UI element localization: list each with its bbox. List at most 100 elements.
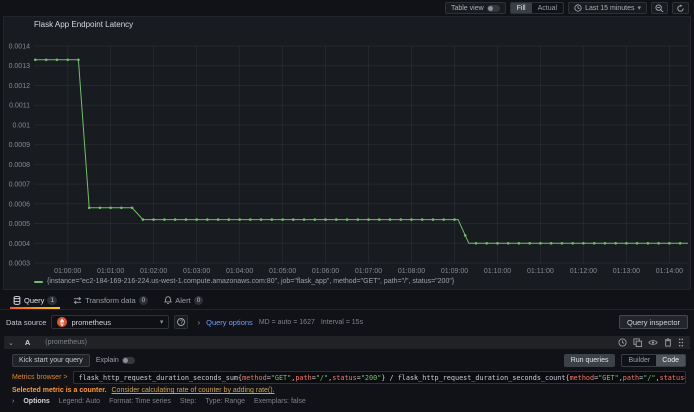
latency-chart[interactable]: 0.0003 0.0004 0.0005 0.0006 0.0007 0.0008 0.00…	[4, 29, 690, 275]
add-rate-link[interactable]: Consider calculating rate of counter by …	[112, 387, 275, 394]
query-inspector-button[interactable]: Query inspector	[619, 315, 688, 329]
series-point[interactable]	[259, 218, 263, 221]
series-point[interactable]	[539, 242, 542, 245]
series-point[interactable]	[571, 242, 574, 245]
series-point[interactable]	[77, 58, 80, 62]
query-history-icon[interactable]	[618, 338, 627, 347]
series-point[interactable]	[592, 242, 596, 245]
series-point[interactable]	[506, 242, 510, 245]
series-point[interactable]	[152, 218, 155, 221]
series-point[interactable]	[324, 218, 327, 221]
builder-mode-button[interactable]: Builder	[622, 355, 656, 366]
chevron-down-icon[interactable]: ⌄	[8, 339, 14, 347]
series-point[interactable]	[549, 242, 553, 245]
series-point[interactable]	[657, 242, 660, 245]
series-point[interactable]	[163, 218, 166, 221]
query-a-header[interactable]: ⌄ A (prometheus)	[4, 336, 690, 349]
hide-query-eye-icon[interactable]	[648, 338, 658, 347]
series-point[interactable]	[109, 206, 112, 210]
table-view-switch[interactable]	[486, 4, 500, 12]
tab-alert[interactable]: Alert 0	[157, 292, 210, 309]
series-point[interactable]	[238, 218, 241, 221]
tab-transform-data[interactable]: Transform data 0	[66, 292, 155, 309]
series-point[interactable]	[399, 218, 403, 221]
series-point[interactable]	[98, 206, 102, 210]
series-point[interactable]	[44, 58, 48, 62]
series-point[interactable]	[474, 242, 478, 245]
datasource-help-button[interactable]: ?	[174, 315, 189, 329]
series-point[interactable]	[614, 242, 617, 245]
datasource-select[interactable]: prometheus ▾	[51, 315, 170, 329]
time-range-picker[interactable]: Last 15 minutes ▾	[568, 2, 647, 14]
series-point[interactable]	[453, 218, 456, 221]
series-point[interactable]	[141, 218, 145, 221]
series-point[interactable]	[496, 242, 499, 245]
series-point[interactable]	[345, 218, 349, 221]
series-point[interactable]	[420, 218, 424, 221]
refresh-button[interactable]	[672, 2, 689, 14]
series-point[interactable]	[227, 218, 231, 221]
warning-text: Selected metric is a counter.	[12, 387, 107, 394]
series-point[interactable]	[195, 218, 198, 221]
run-queries-button[interactable]: Run queries	[563, 353, 616, 367]
series-point[interactable]	[66, 58, 69, 62]
series-point[interactable]	[463, 234, 467, 237]
series-point[interactable]	[173, 218, 177, 221]
zoom-out-button[interactable]	[651, 2, 668, 14]
kick-start-query-button[interactable]: Kick start your query	[12, 353, 90, 367]
legend-series-swatch[interactable]	[34, 280, 43, 283]
series-point[interactable]	[216, 218, 220, 221]
series-point[interactable]	[528, 242, 531, 245]
series-point[interactable]	[87, 206, 91, 210]
series-point[interactable]	[442, 218, 446, 221]
series-point[interactable]	[410, 218, 413, 221]
series-point[interactable]	[367, 218, 370, 221]
series-point[interactable]	[388, 218, 392, 221]
options-label[interactable]: Options	[23, 398, 49, 405]
series-point[interactable]	[335, 218, 338, 221]
metrics-browser-link[interactable]: Metrics browser >	[12, 374, 67, 381]
series-point[interactable]	[313, 218, 317, 221]
duplicate-query-icon[interactable]	[633, 338, 642, 347]
code-mode-button[interactable]: Code	[656, 354, 685, 366]
tab-query[interactable]: Query 1	[6, 292, 64, 309]
drag-handle-icon[interactable]	[678, 338, 684, 347]
explain-toggle[interactable]: Explain	[95, 356, 135, 364]
series-point[interactable]	[485, 242, 489, 245]
series-point[interactable]	[646, 242, 650, 245]
explain-switch[interactable]	[121, 356, 135, 364]
query-token-string: "GET"	[270, 374, 292, 382]
fill-button[interactable]: Fill	[510, 3, 532, 13]
delete-query-trash-icon[interactable]	[664, 338, 672, 347]
promql-query-input[interactable]: flask_http_request_duration_seconds_sum{…	[73, 371, 686, 384]
explain-label: Explain	[95, 356, 119, 364]
series-point[interactable]	[270, 218, 274, 221]
chevron-right-icon[interactable]: ›	[12, 398, 14, 405]
series-point[interactable]	[431, 218, 435, 221]
series-point[interactable]	[302, 218, 306, 221]
series-point[interactable]	[625, 242, 628, 245]
legend-series-label[interactable]: {instance="ec2-184-169-216-224.us-west-1…	[47, 278, 454, 285]
series-point[interactable]	[603, 242, 607, 245]
series-point[interactable]	[356, 218, 360, 221]
series-point[interactable]	[281, 218, 284, 221]
series-point[interactable]	[249, 218, 252, 221]
series-point[interactable]	[560, 242, 564, 245]
actual-button[interactable]: Actual	[532, 3, 563, 13]
series-point[interactable]	[582, 242, 585, 245]
series-point[interactable]	[292, 218, 295, 221]
series-point[interactable]	[668, 242, 671, 245]
series-point[interactable]	[678, 242, 682, 245]
series-point[interactable]	[517, 242, 521, 245]
series-point[interactable]	[378, 218, 381, 221]
series-point[interactable]	[206, 218, 209, 221]
series-point[interactable]	[184, 218, 188, 221]
series-point[interactable]	[55, 58, 59, 62]
query-options-toggle[interactable]: › Query options MD = auto = 1627 Interva…	[197, 318, 363, 327]
series-point[interactable]	[635, 242, 639, 245]
series-point[interactable]	[34, 58, 37, 62]
table-view-toggle[interactable]: Table view	[444, 2, 506, 14]
series-point[interactable]	[120, 206, 123, 210]
series-point[interactable]	[130, 206, 134, 210]
y-axis-tick: 0.0005	[9, 221, 31, 228]
